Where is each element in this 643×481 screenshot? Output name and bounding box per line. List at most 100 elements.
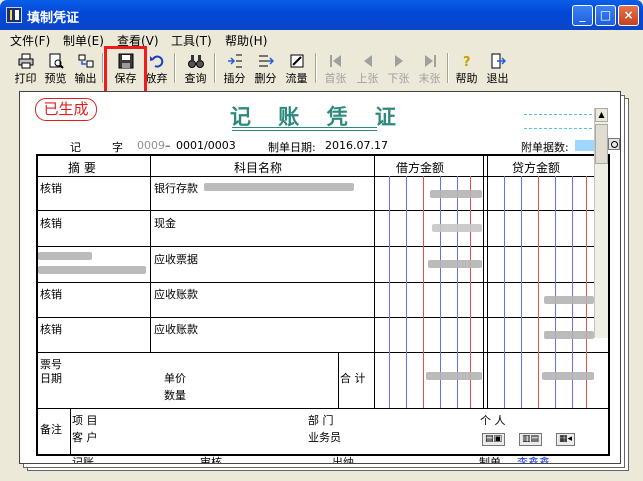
row-account[interactable]: 应收账款 xyxy=(154,321,198,337)
quantity-label: 数量 xyxy=(164,389,186,402)
maker-name: 李鑫鑫 xyxy=(517,456,550,464)
redacted-text xyxy=(204,183,354,191)
row-summary[interactable]: 核销 xyxy=(40,215,62,231)
voucher-type[interactable]: 记 xyxy=(70,139,81,155)
grid-line xyxy=(487,156,488,408)
dashed-line xyxy=(524,114,592,115)
row-account[interactable]: 现金 xyxy=(154,215,176,231)
insert-row-icon xyxy=(227,54,242,68)
voucher-number-label: 字 xyxy=(112,141,123,154)
row-summary[interactable]: 核销 xyxy=(40,180,62,196)
ledger-line xyxy=(423,176,424,408)
ledger-line xyxy=(389,176,390,408)
app-icon xyxy=(6,7,22,23)
row-account[interactable]: 银行存款 xyxy=(154,180,198,196)
grid-line xyxy=(70,408,71,454)
ledger-line xyxy=(504,176,505,408)
preview-icon xyxy=(49,53,64,69)
prev-icon xyxy=(363,55,372,67)
menu-file[interactable]: 文件(F) xyxy=(10,32,50,49)
date-value[interactable]: 2016.07.17 xyxy=(325,139,388,152)
insert-entry-button[interactable]: 插分 xyxy=(219,51,250,85)
grid-line xyxy=(338,352,339,408)
dashed-line xyxy=(524,128,592,129)
window-titlebar[interactable]: 填制凭证 _ □ × xyxy=(0,0,643,30)
redacted-amount xyxy=(428,260,482,268)
redacted-amount xyxy=(432,224,482,232)
grid-line xyxy=(38,317,608,318)
grid-line xyxy=(483,156,484,408)
grid-line xyxy=(150,156,151,352)
flow-icon xyxy=(290,54,303,68)
cashier-label: 出纳 xyxy=(332,456,354,464)
delete-row-icon xyxy=(258,55,274,67)
customer-label: 客 户 xyxy=(72,431,98,444)
project-label: 项 目 xyxy=(72,414,98,427)
row-account[interactable]: 应收票据 xyxy=(154,251,198,267)
mini-tool-icon[interactable]: ▤▣ xyxy=(482,433,506,446)
minimize-button[interactable]: _ xyxy=(572,5,593,26)
person-label: 个 人 xyxy=(480,414,506,427)
next-icon xyxy=(394,55,403,67)
mini-tool-icon[interactable]: ▥▤ xyxy=(519,433,543,446)
exit-button[interactable]: 退出 xyxy=(482,51,513,85)
mini-tool-icon[interactable]: ▦◂ xyxy=(556,433,576,446)
maker-label: 制单 xyxy=(479,456,501,464)
query-button[interactable]: 查询 xyxy=(180,51,211,85)
row-summary[interactable]: 核销 xyxy=(40,321,62,337)
close-button[interactable]: × xyxy=(618,5,639,26)
row-account[interactable]: 应收账款 xyxy=(154,286,198,302)
scroll-thumb[interactable] xyxy=(595,124,608,164)
grid-line xyxy=(38,246,608,247)
redacted-amount xyxy=(544,296,594,304)
voucher-number[interactable]: 0009 xyxy=(137,139,165,152)
binoculars-icon xyxy=(187,55,204,68)
voucher-document: 已生成 记 账 凭 证 记 字 0009 – 0001/0003 制单日期: 2… xyxy=(19,91,621,464)
redacted-text xyxy=(38,252,92,260)
grid-line xyxy=(38,352,608,353)
svg-text:?: ? xyxy=(463,55,471,69)
title-underline xyxy=(232,127,377,128)
row-summary[interactable]: 核销 xyxy=(40,286,62,302)
magnifier-icon[interactable] xyxy=(608,138,620,150)
printer-icon xyxy=(18,53,33,69)
first-icon xyxy=(329,55,341,67)
first-voucher-button[interactable]: 首张 xyxy=(320,51,351,85)
column-header-account: 科目名称 xyxy=(234,161,283,175)
help-icon: ? xyxy=(463,55,471,69)
salesperson-label: 业务员 xyxy=(308,431,341,444)
date-label: 制单日期: xyxy=(268,141,316,154)
redacted-amount xyxy=(426,372,482,380)
delete-entry-button[interactable]: 删分 xyxy=(250,51,281,85)
export-button[interactable]: 输出 xyxy=(70,51,101,85)
toolbar-separator xyxy=(174,53,176,83)
last-icon xyxy=(424,55,436,67)
column-header-credit: 贷方金额 xyxy=(512,161,561,175)
window-title: 填制凭证 xyxy=(27,11,80,26)
maximize-button[interactable]: □ xyxy=(595,5,616,26)
voucher-page: 0001/0003 xyxy=(176,139,236,152)
next-voucher-button[interactable]: 下张 xyxy=(383,51,414,85)
redacted-amount xyxy=(544,331,594,339)
cash-flow-button[interactable]: 流量 xyxy=(281,51,312,85)
ledger-line xyxy=(406,176,407,408)
exit-icon xyxy=(491,53,506,69)
menu-voucher[interactable]: 制单(E) xyxy=(63,32,104,49)
prev-voucher-button[interactable]: 上张 xyxy=(352,51,383,85)
attachments-label: 附单据数: xyxy=(521,141,569,154)
department-label: 部 门 xyxy=(308,414,334,427)
last-voucher-button[interactable]: 末张 xyxy=(414,51,445,85)
redacted-amount xyxy=(542,372,594,380)
menu-help[interactable]: 帮助(H) xyxy=(225,32,267,49)
grid-line xyxy=(38,282,608,283)
auditor-label: 审核 xyxy=(200,456,222,464)
menu-tools[interactable]: 工具(T) xyxy=(171,32,212,49)
ledger-line xyxy=(538,176,539,408)
help-button[interactable]: ? 帮助 xyxy=(451,51,482,85)
export-icon xyxy=(78,54,93,68)
column-header-debit: 借方金额 xyxy=(396,161,445,175)
voucher-table: 摘 要 科目名称 借方金额 贷方金额 核销 银行存款 核销 现金 应收票据 核销… xyxy=(36,154,610,456)
scroll-up-icon[interactable]: ▲ xyxy=(595,108,608,122)
vertical-scrollbar[interactable]: ▲ xyxy=(594,108,608,338)
title-underline xyxy=(232,130,377,131)
